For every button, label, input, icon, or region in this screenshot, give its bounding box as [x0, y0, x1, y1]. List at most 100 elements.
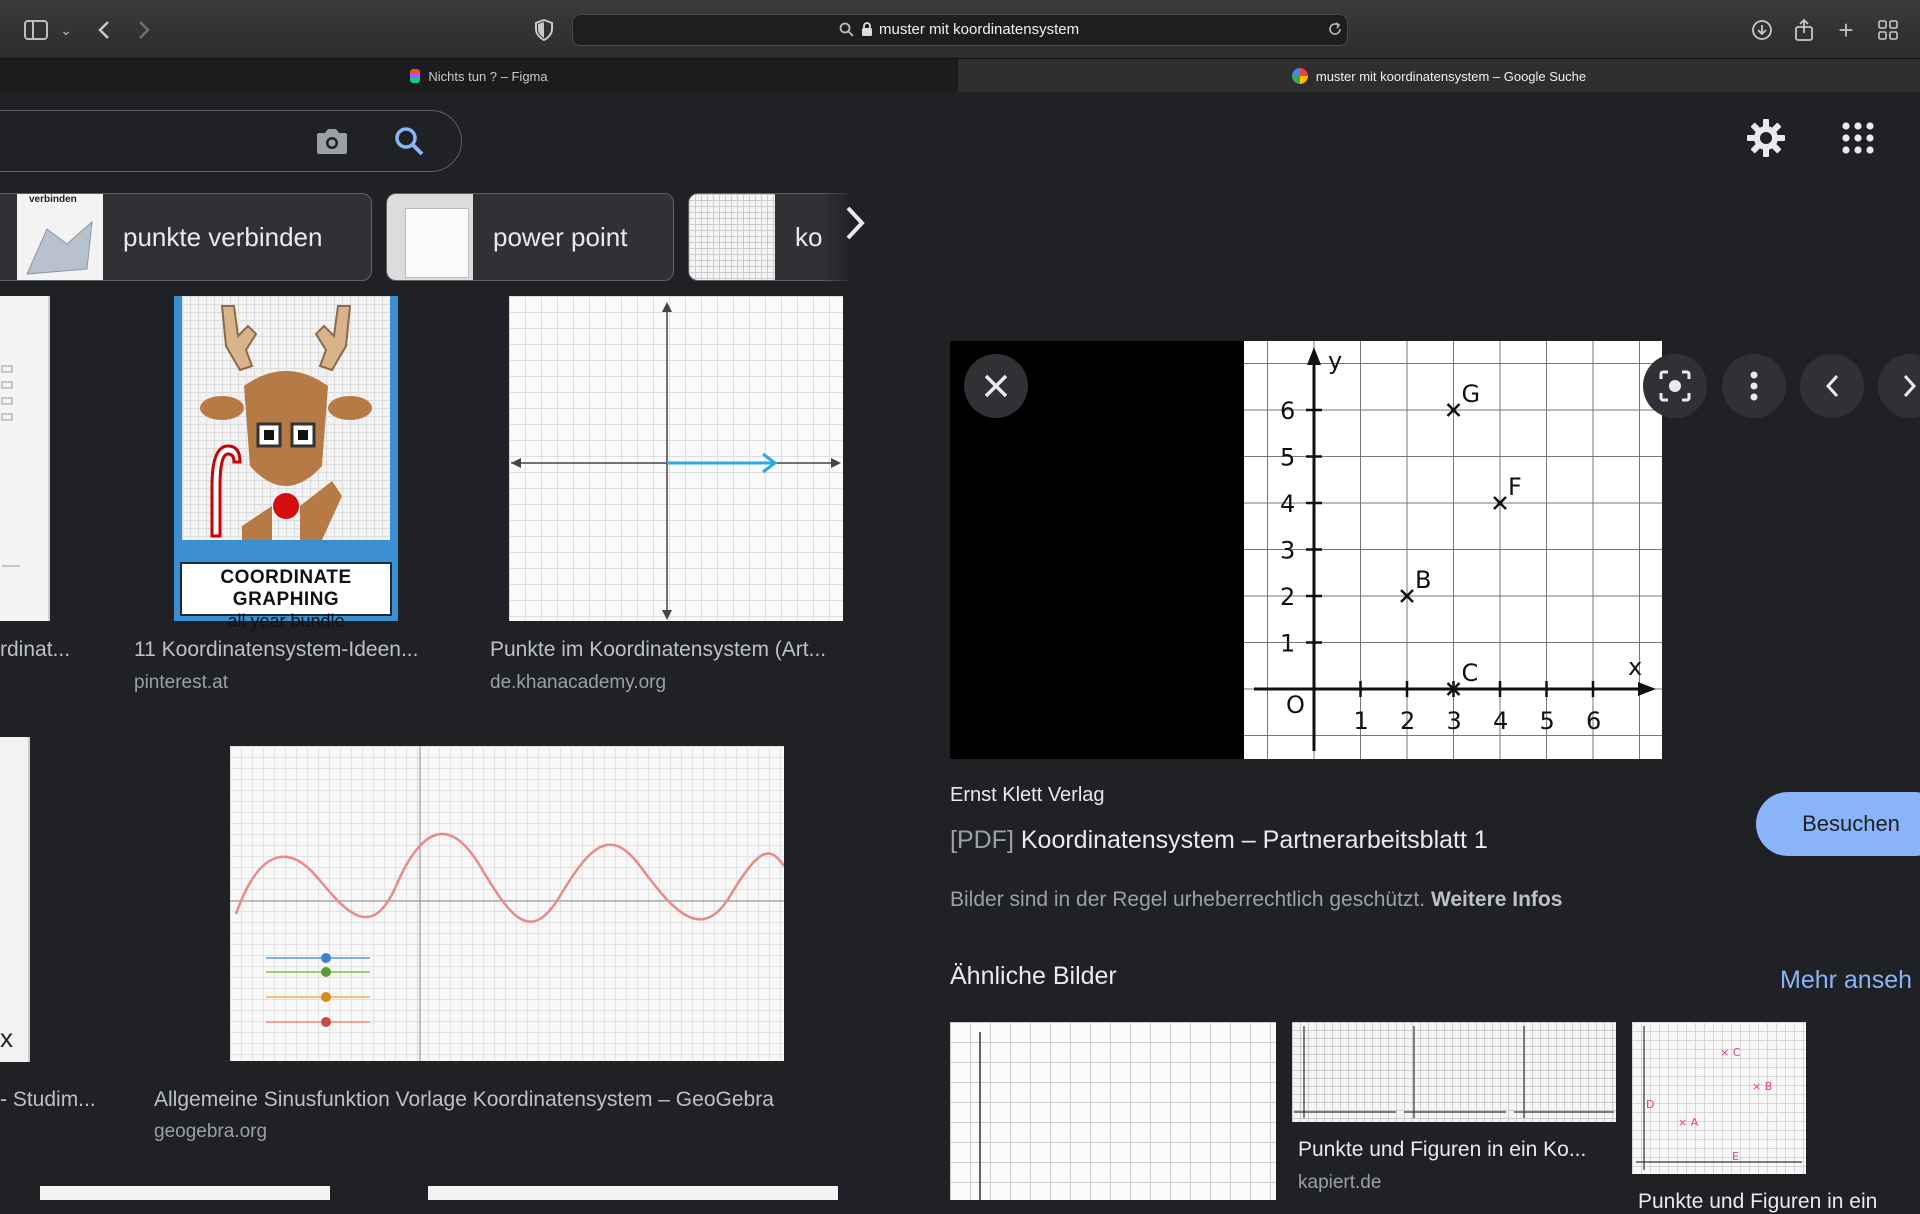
similar-gap	[1806, 1022, 1920, 1174]
x-tick-label: 1	[1354, 707, 1369, 735]
result-source: geogebra.org	[154, 1121, 268, 1142]
result-thumbnail[interactable]: x	[0, 737, 30, 1062]
x-tick-label: 6	[1586, 707, 1601, 735]
share-icon[interactable]	[1790, 16, 1818, 44]
thumb-text: x	[0, 1023, 13, 1053]
x-tick-label: 2	[1400, 707, 1415, 735]
y-tick-label: 2	[1280, 583, 1295, 611]
x-tick-label: 3	[1447, 707, 1462, 735]
similar-source: kapiert.de	[1298, 1172, 1382, 1193]
y-tick-label: 5	[1280, 444, 1295, 472]
chip-thumbnail: verbinden	[17, 194, 103, 280]
pdf-tag: [PDF]	[950, 826, 1014, 854]
new-tab-icon[interactable]: +	[1832, 15, 1860, 45]
point-label: G	[1462, 380, 1481, 408]
x-tick-label: 5	[1540, 707, 1555, 735]
result-title[interactable]: - Studim...	[0, 1088, 96, 1112]
point-label: C	[1462, 659, 1479, 687]
figma-icon	[410, 69, 421, 83]
similar-title[interactable]: Punkte und Figuren in ein Ko...	[1298, 1138, 1586, 1162]
y-tick-label: 3	[1280, 537, 1295, 565]
x-axis-arrow	[1638, 682, 1656, 696]
search-icon	[839, 22, 854, 42]
apps-grid-icon[interactable]	[1842, 122, 1874, 159]
result-source: pinterest.at	[134, 672, 228, 693]
y-tick-label: 1	[1280, 630, 1295, 658]
search-input[interactable]	[0, 110, 462, 172]
close-button[interactable]	[964, 354, 1028, 418]
result-thumbnail[interactable]: COORDINATE GRAPHING all year bundle	[174, 296, 398, 631]
thumb-caption: COORDINATE GRAPHING all year bundle	[180, 562, 392, 631]
lock-icon	[861, 21, 873, 42]
preview-image[interactable]: y x O 1 2 3 4 5 6 1 2 3 4 5 6 G F B C	[1244, 341, 1662, 759]
x-axis-label: x	[1628, 653, 1642, 681]
copyright-notice: Bilder sind in der Regel urheberrechtlic…	[950, 888, 1562, 912]
point-label: F	[1508, 473, 1522, 501]
result-thumbnail[interactable]	[40, 1186, 330, 1200]
tab-overview-icon[interactable]	[1874, 16, 1902, 44]
reload-icon[interactable]	[1327, 21, 1343, 42]
url-text: muster mit koordinatensystem	[879, 21, 1080, 38]
coordinate-figure: y x O 1 2 3 4 5 6 1 2 3 4 5 6 G F B C	[1244, 341, 1662, 759]
chip-thumbnail	[387, 194, 473, 280]
camera-icon[interactable]	[315, 126, 349, 161]
search-icon[interactable]	[393, 125, 425, 162]
google-icon	[1291, 68, 1308, 84]
svg-text:× B: × B	[1752, 1080, 1772, 1093]
chevron-right-icon[interactable]	[828, 196, 882, 250]
result-thumbnail[interactable]	[230, 746, 786, 1061]
lens-button[interactable]	[1643, 354, 1707, 418]
point-label: B	[1415, 566, 1431, 594]
y-axis-label: y	[1328, 347, 1342, 375]
address-bar[interactable]: muster mit koordinatensystem	[572, 14, 1348, 46]
more-similar-link[interactable]: Mehr anseh	[1780, 966, 1912, 995]
tab-label: muster mit koordinatensystem – Google Su…	[1315, 68, 1587, 84]
chip-thumbnail	[689, 194, 775, 280]
shield-icon[interactable]	[530, 16, 558, 44]
reindeer-image	[182, 296, 390, 540]
more-info-link[interactable]: Weitere Infos	[1431, 888, 1562, 911]
previous-button[interactable]	[1800, 354, 1864, 418]
similar-thumbnail[interactable]	[950, 1022, 1276, 1200]
chip-label: punkte verbinden	[123, 221, 323, 252]
gear-icon[interactable]	[1746, 118, 1786, 163]
result-title[interactable]: Punkte im Koordinatensystem (Art...	[490, 638, 826, 662]
download-icon[interactable]	[1748, 16, 1776, 44]
y-axis-arrow	[1307, 347, 1321, 365]
svg-text:× C: × C	[1720, 1046, 1741, 1059]
result-title[interactable]: Allgemeine Sinusfunktion Vorlage Koordin…	[154, 1088, 774, 1112]
visit-button[interactable]: Besuchen	[1756, 792, 1920, 856]
chevron-down-icon[interactable]: ⌄	[52, 16, 80, 44]
origin-label: O	[1286, 691, 1305, 719]
back-icon[interactable]	[90, 16, 118, 44]
forward-icon[interactable]	[130, 16, 158, 44]
result-thumbnail[interactable]	[0, 296, 50, 621]
result-thumbnail[interactable]	[509, 296, 843, 621]
publisher[interactable]: Ernst Klett Verlag	[950, 784, 1105, 807]
tab-label: Nichts tun ? – Figma	[428, 68, 548, 84]
result-thumbnail[interactable]	[428, 1186, 838, 1200]
tab-google-search[interactable]: muster mit koordinatensystem – Google Su…	[958, 59, 1920, 93]
thumb-text: verbinden	[29, 194, 77, 205]
result-source: de.khanacademy.org	[490, 672, 667, 693]
svg-text:× A: × A	[1678, 1116, 1699, 1129]
y-tick-label: 6	[1280, 397, 1295, 425]
result-title[interactable]: rdinat...	[0, 638, 70, 662]
tab-figma[interactable]: Nichts tun ? – Figma	[0, 59, 959, 93]
caption-line: all year bundle	[227, 611, 345, 631]
tab-bar: Nichts tun ? – Figma muster mit koordina…	[0, 58, 1920, 93]
title-text: Koordinatensystem – Partnerarbeitsblatt …	[1020, 826, 1488, 854]
chip-power-point[interactable]: power point	[386, 193, 674, 281]
chip-label: power point	[493, 221, 628, 252]
svg-text:D: D	[1646, 1098, 1654, 1111]
similar-heading: Ähnliche Bilder	[950, 962, 1117, 990]
similar-title[interactable]: Punkte und Figuren in ein	[1638, 1190, 1877, 1214]
preview-title[interactable]: [PDF] Koordinatensystem – Partnerarbeits…	[950, 826, 1488, 855]
similar-thumbnail[interactable]: × C × B × A D E	[1632, 1022, 1806, 1174]
chip-punkte-verbinden[interactable]: verbinden punkte verbinden	[0, 193, 372, 281]
similar-thumbnail[interactable]	[1292, 1022, 1616, 1122]
result-title[interactable]: 11 Koordinatensystem-Ideen...	[134, 638, 418, 662]
x-tick-label: 4	[1493, 707, 1508, 735]
more-options-button[interactable]	[1722, 354, 1786, 418]
sidebar-toggle-icon[interactable]	[22, 16, 50, 44]
